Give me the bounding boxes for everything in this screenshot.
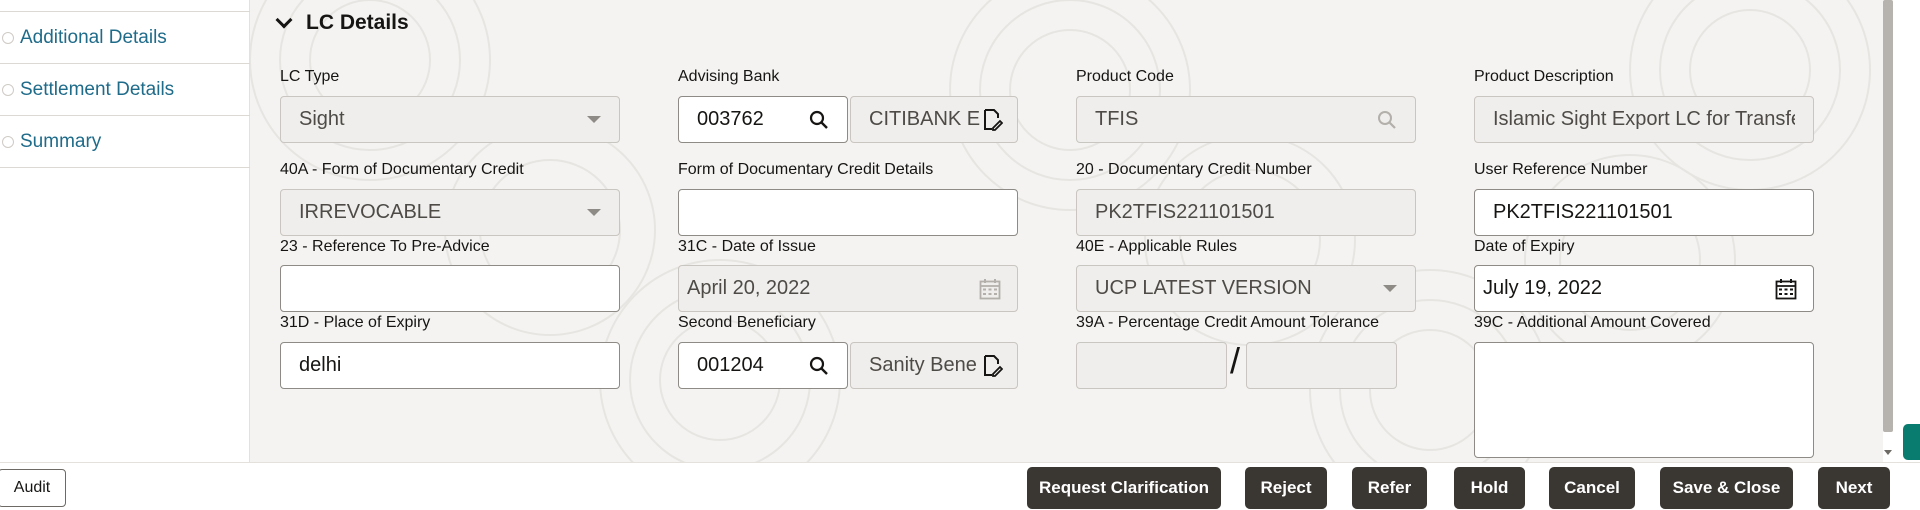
- doc-credit-number-label: 20 - Documentary Credit Number: [1076, 161, 1312, 178]
- second-beneficiary-name-field: Sanity Bene: [850, 342, 1018, 389]
- sidebar-item-additional-details[interactable]: Additional Details: [0, 12, 250, 64]
- step-indicator-icon: [2, 83, 14, 96]
- request-clarification-button[interactable]: Request Clarification: [1027, 467, 1221, 509]
- lc-type-label: LC Type: [280, 68, 340, 85]
- place-of-expiry-label: 31D - Place of Expiry: [280, 314, 431, 331]
- date-of-issue-value: April 20, 2022: [687, 277, 811, 299]
- audit-button[interactable]: Audit: [0, 469, 66, 507]
- search-icon[interactable]: [809, 356, 829, 376]
- second-beneficiary-label: Second Beneficiary: [678, 314, 816, 331]
- form-doc-credit-details-label: Form of Documentary Credit Details: [678, 161, 934, 178]
- product-code-label: Product Code: [1076, 68, 1174, 85]
- user-reference-number-value: PK2TFIS221101501: [1493, 201, 1673, 223]
- product-description-value: Islamic Sight Export LC for Transfer: [1493, 108, 1795, 130]
- left-sidebar: Additional Details Settlement Details Su…: [0, 0, 250, 462]
- advising-bank-name-field: CITIBANK E: [850, 96, 1018, 143]
- lc-type-select[interactable]: Sight: [280, 96, 620, 143]
- user-reference-number-input[interactable]: PK2TFIS221101501: [1474, 189, 1814, 236]
- date-of-expiry-input[interactable]: July 19, 2022: [1474, 265, 1814, 312]
- scroll-down-arrow-icon[interactable]: [1884, 450, 1892, 455]
- search-icon: [1377, 110, 1397, 130]
- applicable-rules-select[interactable]: UCP LATEST VERSION: [1076, 265, 1416, 312]
- place-of-expiry-input[interactable]: delhi: [280, 342, 620, 389]
- reject-button[interactable]: Reject: [1245, 467, 1327, 509]
- pct-credit-tolerance-plus-field: [1076, 342, 1227, 389]
- sidebar-divider: [0, 0, 250, 12]
- doc-credit-number-field: PK2TFIS221101501: [1076, 189, 1416, 236]
- cancel-button[interactable]: Cancel: [1549, 467, 1635, 509]
- second-beneficiary-code-input[interactable]: 001204: [678, 342, 848, 389]
- additional-amount-label: 39C - Additional Amount Covered: [1474, 314, 1711, 331]
- chevron-down-icon: [275, 11, 293, 29]
- side-panel-tab[interactable]: [1903, 424, 1920, 460]
- edit-document-icon[interactable]: [983, 354, 1003, 377]
- ref-pre-advice-input[interactable]: [280, 265, 620, 312]
- calendar-icon: [979, 278, 1001, 300]
- date-of-issue-field: April 20, 2022: [678, 265, 1018, 312]
- section-title: LC Details: [306, 11, 409, 34]
- sidebar-item-label: Settlement Details: [20, 78, 175, 100]
- edit-document-icon[interactable]: [983, 108, 1003, 131]
- product-code-value: TFIS: [1095, 108, 1139, 130]
- next-button[interactable]: Next: [1818, 467, 1890, 509]
- search-icon[interactable]: [809, 110, 829, 130]
- lc-details-panel: LC Details LC Type Sight Advising Bank 0…: [250, 0, 1883, 462]
- applicable-rules-value: UCP LATEST VERSION: [1095, 277, 1312, 299]
- user-reference-number-label: User Reference Number: [1474, 161, 1648, 178]
- scrollbar-thumb[interactable]: [1883, 0, 1893, 432]
- pct-credit-tolerance-minus-field: [1246, 342, 1397, 389]
- advising-bank-name-value: CITIBANK E: [869, 108, 981, 130]
- product-code-input: TFIS: [1076, 96, 1416, 143]
- date-of-expiry-value: July 19, 2022: [1483, 277, 1602, 299]
- footer-action-bar: Audit Request Clarification Reject Refer…: [0, 462, 1920, 510]
- form-doc-credit-select[interactable]: IRREVOCABLE: [280, 189, 620, 236]
- additional-amount-textarea[interactable]: [1474, 342, 1814, 458]
- main-scrollbar[interactable]: [1883, 0, 1920, 462]
- sidebar-item-summary[interactable]: Summary: [0, 116, 250, 168]
- step-indicator-icon: [2, 135, 14, 148]
- tolerance-separator: /: [1230, 340, 1241, 381]
- form-doc-credit-details-input[interactable]: [678, 189, 1018, 236]
- advising-bank-code-value: 003762: [697, 108, 764, 130]
- place-of-expiry-value: delhi: [299, 354, 342, 376]
- ref-pre-advice-label: 23 - Reference To Pre-Advice: [280, 238, 490, 255]
- second-beneficiary-code-value: 001204: [697, 354, 764, 376]
- advising-bank-code-input[interactable]: 003762: [678, 96, 848, 143]
- product-description-label: Product Description: [1474, 68, 1614, 85]
- advising-bank-label: Advising Bank: [678, 68, 780, 85]
- sidebar-item-label: Additional Details: [20, 26, 167, 48]
- sidebar-item-settlement-details[interactable]: Settlement Details: [0, 64, 250, 116]
- lc-type-value: Sight: [299, 108, 345, 130]
- applicable-rules-label: 40E - Applicable Rules: [1076, 238, 1237, 255]
- doc-credit-number-value: PK2TFIS221101501: [1095, 201, 1275, 223]
- second-beneficiary-name-value: Sanity Bene: [869, 354, 977, 376]
- refer-button[interactable]: Refer: [1352, 467, 1427, 509]
- caret-down-icon: [587, 209, 601, 216]
- pct-credit-tolerance-label: 39A - Percentage Credit Amount Tolerance: [1076, 314, 1379, 331]
- form-doc-credit-label: 40A - Form of Documentary Credit: [280, 161, 524, 178]
- caret-down-icon: [587, 116, 601, 123]
- lc-details-section-header[interactable]: LC Details: [274, 8, 409, 38]
- hold-button[interactable]: Hold: [1454, 467, 1525, 509]
- save-close-button[interactable]: Save & Close: [1660, 467, 1793, 509]
- step-indicator-icon: [2, 31, 14, 44]
- product-description-field: Islamic Sight Export LC for Transfer: [1474, 96, 1814, 143]
- date-of-expiry-label: Date of Expiry: [1474, 238, 1575, 255]
- form-doc-credit-value: IRREVOCABLE: [299, 201, 442, 223]
- caret-down-icon: [1383, 285, 1397, 292]
- sidebar-item-label: Summary: [20, 130, 102, 152]
- date-of-issue-label: 31C - Date of Issue: [678, 238, 816, 255]
- calendar-icon[interactable]: [1775, 278, 1797, 300]
